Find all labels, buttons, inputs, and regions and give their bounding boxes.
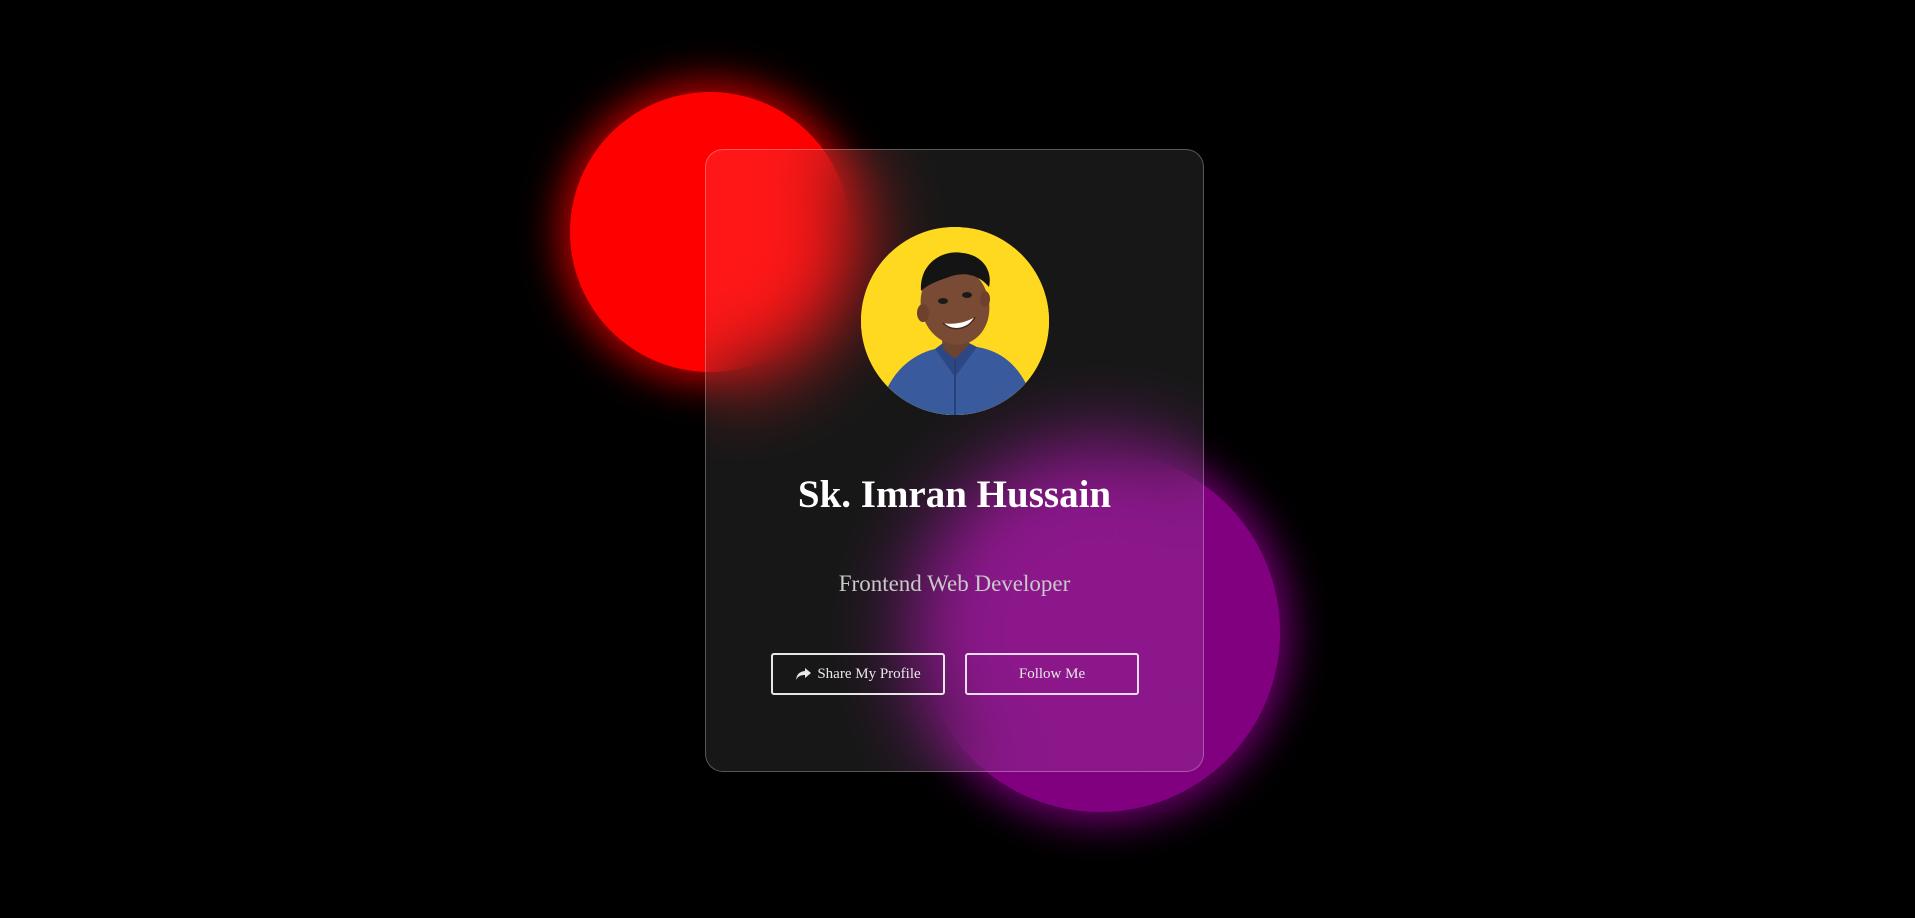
follow-button[interactable]: Follow Me xyxy=(965,653,1139,695)
share-button-label: Share My Profile xyxy=(817,665,921,682)
profile-role: Frontend Web Developer xyxy=(838,571,1071,596)
share-profile-button[interactable]: Share My Profile xyxy=(771,653,945,695)
profile-name: Sk. Imran Hussain xyxy=(797,473,1112,516)
avatar-portrait-image xyxy=(861,227,1049,415)
page-background: Sk. Imran Hussain Frontend Web Developer… xyxy=(0,0,1915,918)
share-arrow-icon xyxy=(795,667,812,681)
profile-card: Sk. Imran Hussain Frontend Web Developer… xyxy=(705,149,1204,772)
follow-button-label: Follow Me xyxy=(1018,665,1086,682)
avatar xyxy=(861,227,1049,415)
